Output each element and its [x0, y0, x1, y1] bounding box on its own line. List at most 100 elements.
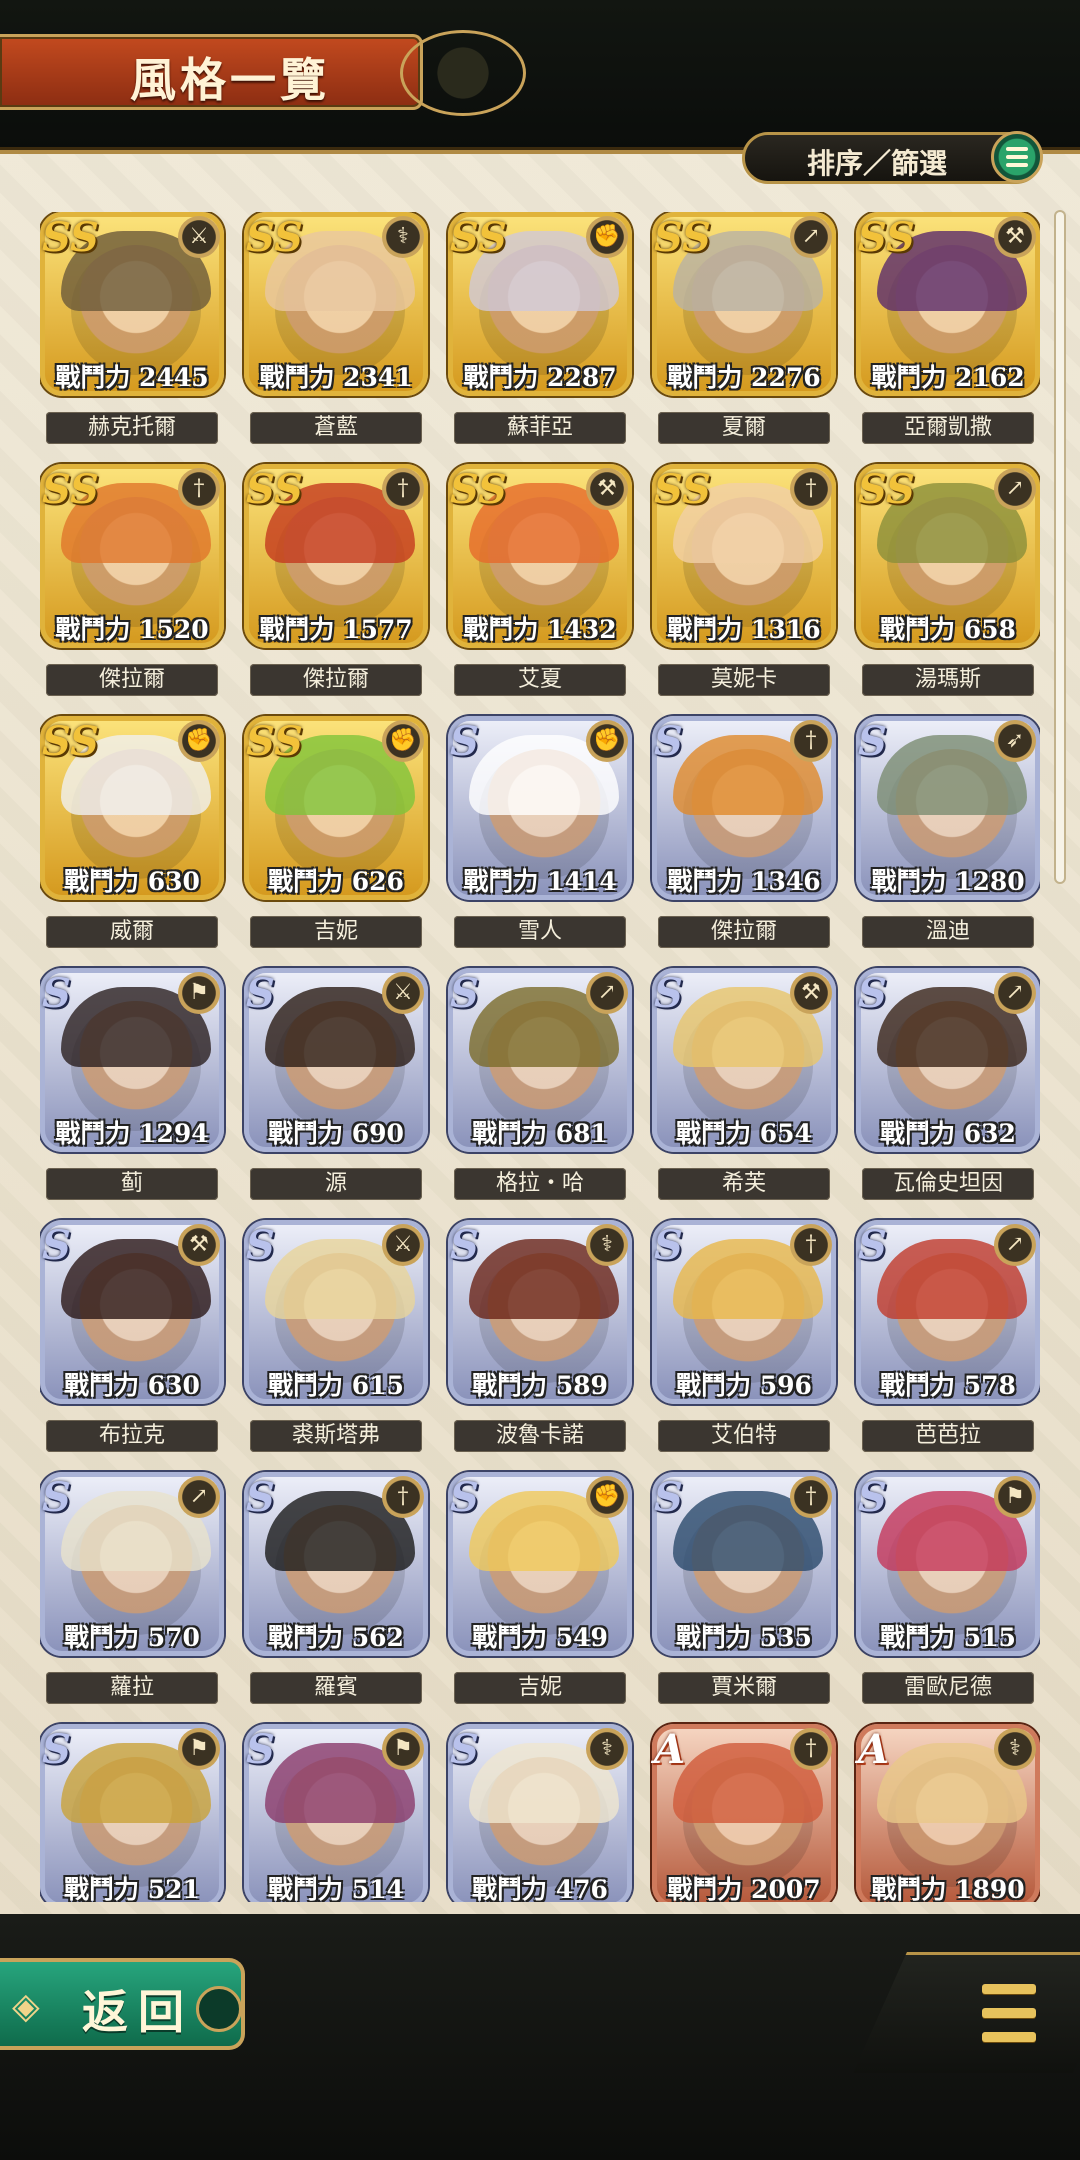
character-name: 希芙	[658, 1168, 830, 1200]
style-card[interactable]: S ⚑ 戰鬥力 515 雷歐尼德	[856, 1472, 1040, 1704]
battle-power: 戰鬥力 596	[676, 1371, 812, 1400]
style-card[interactable]: S ⚔ 戰鬥力 615 裘斯塔弗	[244, 1220, 428, 1452]
battle-power: 戰鬥力 1280	[871, 867, 1025, 896]
battle-power: 戰鬥力 1414	[463, 867, 617, 896]
battle-power: 戰鬥力 570	[64, 1623, 200, 1652]
rank-badge: S	[450, 1726, 479, 1773]
battle-power: 戰鬥力 562	[268, 1623, 404, 1652]
rank-badge: SS	[42, 718, 99, 765]
style-card[interactable]: S ⚑ 戰鬥力 521	[40, 1724, 224, 1902]
battle-power: 戰鬥力 1294	[55, 1119, 209, 1148]
rank-badge: SS	[42, 214, 99, 261]
style-card[interactable]: SS ↗ 戰鬥力 658 湯瑪斯	[856, 464, 1040, 696]
rank-badge: S	[246, 1222, 275, 1269]
character-name: 瓦倫史坦因	[862, 1168, 1034, 1200]
rank-badge: S	[246, 970, 275, 1017]
fist-weapon-icon: ✊	[382, 720, 424, 762]
dagger-weapon-icon: †	[790, 720, 832, 762]
style-card[interactable]: S ⚒ 戰鬥力 654 希芙	[652, 968, 836, 1200]
character-name: 吉妮	[454, 1672, 626, 1704]
style-card[interactable]: SS † 戰鬥力 1520 傑拉爾	[40, 464, 224, 696]
style-card[interactable]: SS ⚒ 戰鬥力 1432 艾夏	[448, 464, 632, 696]
style-card[interactable]: S ↗ 戰鬥力 681 格拉・哈	[448, 968, 632, 1200]
back-button-label: 返回	[82, 1985, 194, 2039]
rank-badge: S	[450, 718, 479, 765]
battle-power: 戰鬥力 589	[472, 1371, 608, 1400]
battle-power: 戰鬥力 1890	[871, 1875, 1025, 1902]
battle-power: 戰鬥力 1316	[667, 615, 821, 644]
style-card[interactable]: SS ⚔ 戰鬥力 2445 赫克托爾	[40, 212, 224, 444]
main-menu-icon[interactable]	[982, 1984, 1036, 2042]
dagger-weapon-icon: †	[790, 1224, 832, 1266]
character-name: 威爾	[46, 916, 218, 948]
dagger-weapon-icon: †	[790, 468, 832, 510]
rank-badge: A	[654, 1726, 686, 1773]
character-name: 赫克托爾	[46, 412, 218, 444]
style-card[interactable]: S ⚕ 戰鬥力 589 波魯卡諾	[448, 1220, 632, 1452]
rank-badge: S	[42, 1726, 71, 1773]
battle-power: 戰鬥力 2162	[871, 363, 1025, 392]
battle-power: 戰鬥力 2276	[667, 363, 821, 392]
sort-filter-button[interactable]: 排序／篩選	[742, 131, 1043, 184]
rank-badge: S	[42, 1222, 71, 1269]
rank-badge: SS	[246, 466, 303, 513]
battle-power: 戰鬥力 681	[472, 1119, 608, 1148]
dagger-weapon-icon: †	[790, 1476, 832, 1518]
style-card[interactable]: S † 戰鬥力 562 羅賓	[244, 1472, 428, 1704]
style-card[interactable]: SS ⚕ 戰鬥力 2341 蒼藍	[244, 212, 428, 444]
battle-power: 戰鬥力 549	[472, 1623, 608, 1652]
style-card[interactable]: S † 戰鬥力 535 賈米爾	[652, 1472, 836, 1704]
style-card[interactable]: S ✊ 戰鬥力 549 吉妮	[448, 1472, 632, 1704]
style-card[interactable]: SS ✊ 戰鬥力 2287 蘇菲亞	[448, 212, 632, 444]
style-card[interactable]: S ⚕ 戰鬥力 476	[448, 1724, 632, 1902]
battle-power: 戰鬥力 514	[268, 1875, 404, 1902]
style-card[interactable]: S ↗ 戰鬥力 570 蘿拉	[40, 1472, 224, 1704]
style-card[interactable]: S ⚑ 戰鬥力 1294 蓟	[40, 968, 224, 1200]
battle-power: 戰鬥力 578	[880, 1371, 1016, 1400]
style-card[interactable]: S ↗ 戰鬥力 578 芭芭拉	[856, 1220, 1040, 1452]
character-name: 亞爾凱撒	[862, 412, 1034, 444]
style-card[interactable]: SS † 戰鬥力 1577 傑拉爾	[244, 464, 428, 696]
rank-badge: S	[654, 1474, 683, 1521]
style-card[interactable]: S ↗ 戰鬥力 632 瓦倫史坦因	[856, 968, 1040, 1200]
style-card[interactable]: A † 戰鬥力 2007	[652, 1724, 836, 1902]
style-card[interactable]: SS ↗ 戰鬥力 2276 夏爾	[652, 212, 836, 444]
dagger-weapon-icon: †	[790, 1728, 832, 1770]
battle-power: 戰鬥力 521	[64, 1875, 200, 1902]
character-name: 傑拉爾	[658, 916, 830, 948]
rank-badge: S	[858, 1474, 887, 1521]
staff-weapon-icon: ⚕	[994, 1728, 1036, 1770]
style-card[interactable]: S ⚔ 戰鬥力 690 源	[244, 968, 428, 1200]
character-name: 雷歐尼德	[862, 1672, 1034, 1704]
style-card[interactable]: SS ✊ 戰鬥力 626 吉妮	[244, 716, 428, 948]
style-card[interactable]: S † 戰鬥力 1346 傑拉爾	[652, 716, 836, 948]
style-card[interactable]: SS ⚒ 戰鬥力 2162 亞爾凱撒	[856, 212, 1040, 444]
sword-weapon-icon: ⚔	[382, 972, 424, 1014]
scrollbar[interactable]	[1056, 212, 1064, 882]
rank-badge: S	[450, 1474, 479, 1521]
compass-ornament-icon	[400, 30, 526, 116]
battle-power: 戰鬥力 615	[268, 1371, 404, 1400]
style-card[interactable]: A ⚕ 戰鬥力 1890	[856, 1724, 1040, 1902]
battle-power: 戰鬥力 630	[64, 867, 200, 896]
spear-weapon-icon: ↗	[994, 1224, 1036, 1266]
style-card[interactable]: S ✊ 戰鬥力 1414 雪人	[448, 716, 632, 948]
fist-weapon-icon: ✊	[178, 720, 220, 762]
style-card[interactable]: SS ✊ 戰鬥力 630 威爾	[40, 716, 224, 948]
rank-badge: SS	[654, 214, 711, 261]
bow-weapon-icon: ➶	[994, 720, 1036, 762]
character-name: 格拉・哈	[454, 1168, 626, 1200]
style-card[interactable]: S ⚑ 戰鬥力 514	[244, 1724, 428, 1902]
style-card[interactable]: S † 戰鬥力 596 艾伯特	[652, 1220, 836, 1452]
style-card[interactable]: S ⚒ 戰鬥力 630 布拉克	[40, 1220, 224, 1452]
style-card[interactable]: SS † 戰鬥力 1316 莫妮卡	[652, 464, 836, 696]
back-button[interactable]: ◈ 返回	[0, 1958, 245, 2050]
style-card[interactable]: S ➶ 戰鬥力 1280 溫迪	[856, 716, 1040, 948]
staff-weapon-icon: ⚕	[382, 216, 424, 258]
axe-weapon-icon: ⚒	[178, 1224, 220, 1266]
character-name: 羅賓	[250, 1672, 422, 1704]
sort-filter-label: 排序／篩選	[807, 147, 948, 180]
battle-power: 戰鬥力 690	[268, 1119, 404, 1148]
character-name: 芭芭拉	[862, 1420, 1034, 1452]
dagger-weapon-icon: †	[382, 468, 424, 510]
